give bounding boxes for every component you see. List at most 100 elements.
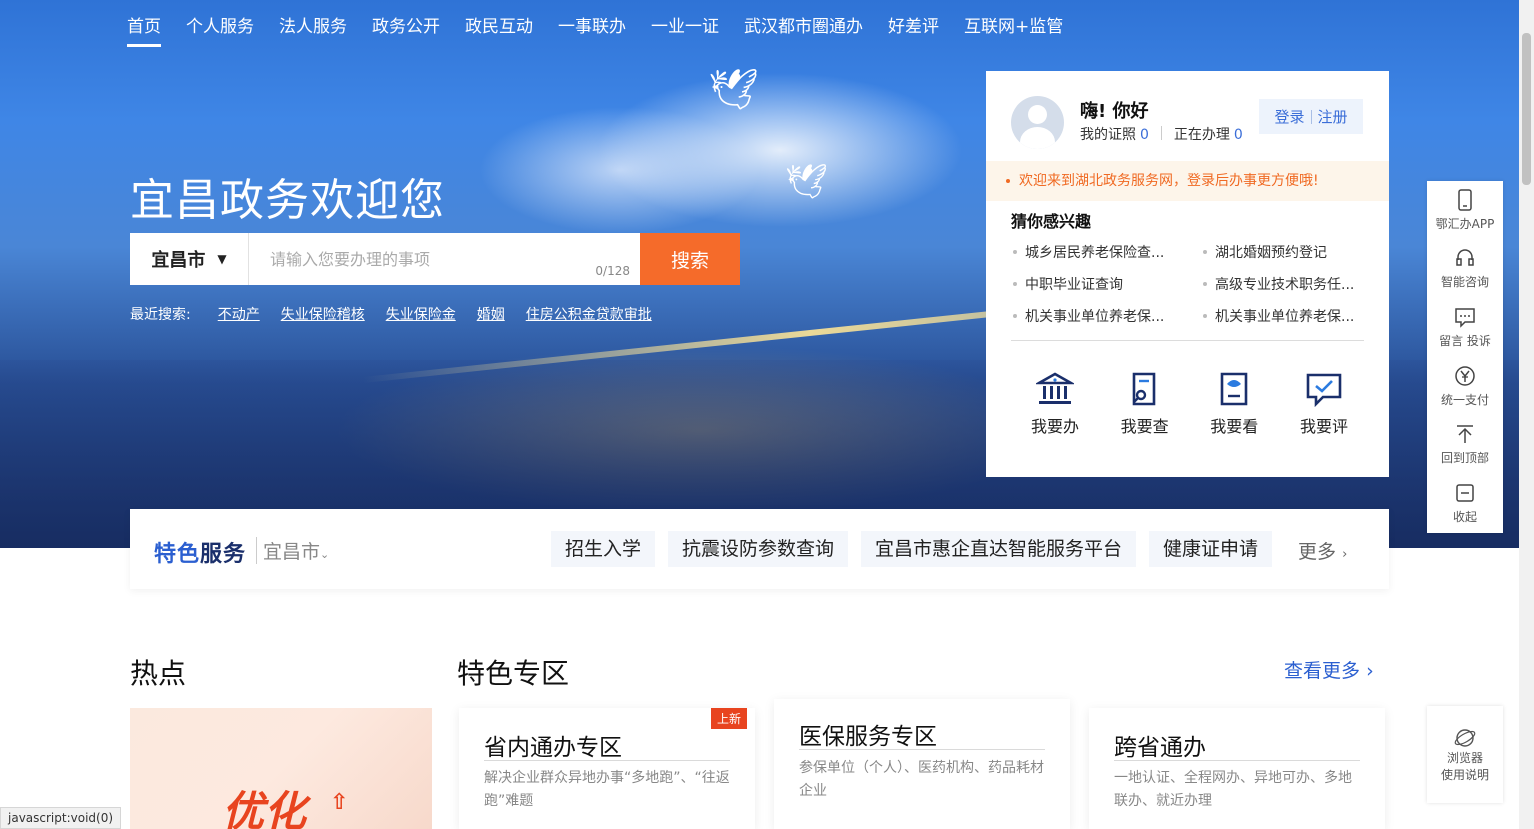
nav-item[interactable]: 互联网+监管	[964, 12, 1063, 47]
browser-status-bar: javascript:void(0)	[0, 807, 122, 829]
scrollbar-thumb[interactable]	[1522, 33, 1531, 185]
page-scrollbar[interactable]	[1519, 0, 1534, 829]
guess-item[interactable]: 湖北婚姻预约登记	[1201, 242, 1366, 262]
register-link[interactable]: 注册	[1318, 106, 1348, 127]
zone-title: 省内通办专区	[484, 735, 622, 761]
recent-search-link[interactable]: 住房公积金贷款审批	[526, 304, 652, 324]
hot-banner-image[interactable]: 优化 ⇧	[130, 708, 432, 829]
nav-item[interactable]: 法人服务	[279, 12, 347, 47]
guess-item[interactable]: 机关事业单位养老保...	[1201, 306, 1366, 326]
see-more-label: 查看更多	[1284, 660, 1361, 682]
card-divider	[1011, 340, 1364, 341]
user-stats: 我的证照 0 正在办理 0	[1080, 124, 1243, 144]
processing-stat[interactable]: 正在办理 0	[1174, 124, 1243, 144]
recent-searches-label: 最近搜索:	[130, 307, 191, 323]
feature-tags: 招生入学 抗震设防参数查询 宜昌市惠企直达智能服务平台 健康证申请	[551, 531, 1285, 567]
avatar-body	[1020, 127, 1055, 149]
recent-search-link[interactable]: 不动产	[218, 304, 260, 324]
nav-item[interactable]: 好差评	[888, 12, 939, 47]
browser-help-button[interactable]: 浏览器 使用说明	[1427, 706, 1503, 803]
recent-search-link[interactable]: 婚姻	[477, 304, 505, 324]
tool-label: 回到顶部	[1440, 451, 1489, 466]
see-more-link[interactable]: 查看更多 ›	[1284, 656, 1374, 683]
tool-label: 智能咨询	[1440, 275, 1489, 290]
greeting: 嗨! 你好	[1080, 101, 1149, 122]
search-button[interactable]: 搜索	[640, 233, 740, 285]
auth-divider	[1310, 109, 1312, 124]
guess-item[interactable]: 高级专业技术职务任...	[1201, 274, 1366, 294]
search-field-wrap: 0/128	[249, 233, 640, 285]
tool-label: 收起	[1452, 509, 1477, 524]
zone-desc: 参保单位（个人）、医药机构、药品耗材企业	[799, 760, 1044, 799]
recent-search-link[interactable]: 失业保险稽核	[281, 304, 365, 324]
quick-action-label: 我要看	[1210, 417, 1259, 436]
nav-item[interactable]: 一事联办	[558, 12, 626, 47]
tool-app[interactable]: 鄂汇办APP	[1427, 181, 1503, 240]
nav-item[interactable]: 首页	[127, 12, 161, 47]
comment-check-icon	[1306, 373, 1342, 407]
welcome-title: 宜昌政务欢迎您	[130, 175, 445, 226]
quick-action-view[interactable]: 我要看	[1204, 371, 1264, 437]
zone-divider	[799, 749, 1045, 750]
feature-city-label: 宜昌市	[263, 541, 321, 563]
quick-action-query[interactable]: 我要查	[1115, 371, 1175, 437]
tool-back-to-top[interactable]: 回到顶部	[1427, 415, 1503, 474]
city-select[interactable]: 宜昌市 ▼	[130, 233, 249, 285]
crane-image: 🕊	[785, 162, 829, 202]
quick-action-rate[interactable]: 我要评	[1294, 371, 1354, 437]
zone-title: 跨省通办	[1114, 735, 1206, 761]
nav-item[interactable]: 政民互动	[465, 12, 533, 47]
processing-label: 正在办理	[1173, 127, 1230, 143]
nav-item[interactable]: 武汉都市圈通办	[744, 12, 863, 47]
chevron-down-icon: ⌄	[320, 548, 330, 561]
tool-label: 留言 投诉	[1439, 333, 1491, 348]
feature-services-brand: 特色服务	[154, 536, 246, 568]
search-char-counter: 0/128	[595, 264, 630, 278]
tool-label: 统一支付	[1440, 392, 1489, 407]
search-bar: 宜昌市 ▼ 0/128 搜索	[130, 233, 740, 285]
nav-item[interactable]: 一业一证	[651, 12, 719, 47]
new-badge: 上新	[710, 708, 747, 729]
city-select-label: 宜昌市	[151, 250, 206, 271]
feature-tag[interactable]: 健康证申请	[1149, 531, 1273, 567]
recent-search-link[interactable]: 失业保险金	[386, 304, 456, 324]
bank-icon	[1036, 372, 1074, 404]
guess-item[interactable]: 机关事业单位养老保...	[1011, 306, 1201, 326]
zone-divider	[1114, 760, 1360, 761]
arrow-up-icon: ⇧	[330, 790, 349, 815]
certs-label: 我的证照	[1080, 127, 1136, 143]
zone-card-cross-province[interactable]: 跨省通办 一地认证、全程网办、异地可办、多地联办、就近办理	[1089, 708, 1385, 829]
welcome-notice-text: 欢迎来到湖北政务服务网，登录后办事更方便哦!	[1019, 173, 1319, 189]
guess-item[interactable]: 中职毕业证查询	[1011, 274, 1201, 294]
login-link[interactable]: 登录	[1274, 106, 1304, 127]
feature-tag[interactable]: 招生入学	[551, 531, 656, 567]
processing-count: 0	[1233, 127, 1243, 143]
page: 🕊 🕊 首页 个人服务 法人服务 政务公开 政民互动 一事联办 一业一证 武汉都市圈通办 好差评…	[0, 0, 1534, 829]
nav-item[interactable]: 政务公开	[372, 12, 440, 47]
section-special-title: 特色专区	[457, 657, 570, 690]
tool-consult[interactable]: 智能咨询	[1427, 240, 1503, 299]
feature-more-link[interactable]: 更多 ›	[1298, 537, 1347, 564]
phone-icon	[1458, 189, 1472, 211]
recent-searches: 最近搜索: 不动产 失业保险稽核 失业保险金 婚姻 住房公积金贷款审批	[130, 304, 673, 324]
nav-item[interactable]: 个人服务	[186, 12, 254, 47]
top-nav: 首页 个人服务 法人服务 政务公开 政民互动 一事联办 一业一证 武汉都市圈通办 好差评 互联网+…	[0, 0, 1534, 47]
feature-city-select[interactable]: 宜昌市⌄	[256, 537, 329, 564]
quick-action-do[interactable]: 我要办	[1025, 371, 1085, 437]
guess-item[interactable]: 城乡居民养老保险查...	[1011, 242, 1201, 262]
tool-pay[interactable]: 统一支付	[1427, 357, 1503, 416]
certs-stat[interactable]: 我的证照 0	[1080, 124, 1149, 144]
tool-message[interactable]: 留言 投诉	[1427, 298, 1503, 357]
search-input[interactable]	[249, 233, 640, 285]
avatar-head	[1028, 105, 1047, 124]
zone-card-province[interactable]: 上新 省内通办专区 解决企业群众异地办事“多地跑”、“往返跑”难题	[459, 708, 755, 829]
feature-tag[interactable]: 宜昌市惠企直达智能服务平台	[861, 531, 1137, 567]
stats-divider	[1160, 126, 1162, 140]
zone-card-medical[interactable]: 医保服务专区 参保单位（个人）、医药机构、药品耗材企业	[774, 699, 1070, 829]
tool-collapse[interactable]: 收起	[1427, 474, 1503, 533]
feature-tag[interactable]: 抗震设防参数查询	[668, 531, 849, 567]
brand-part-2: 服务	[200, 542, 247, 567]
section-hot-title: 热点	[130, 657, 187, 690]
tool-label: 鄂汇办APP	[1435, 216, 1495, 231]
browser-help-line1: 浏览器	[1446, 750, 1483, 765]
